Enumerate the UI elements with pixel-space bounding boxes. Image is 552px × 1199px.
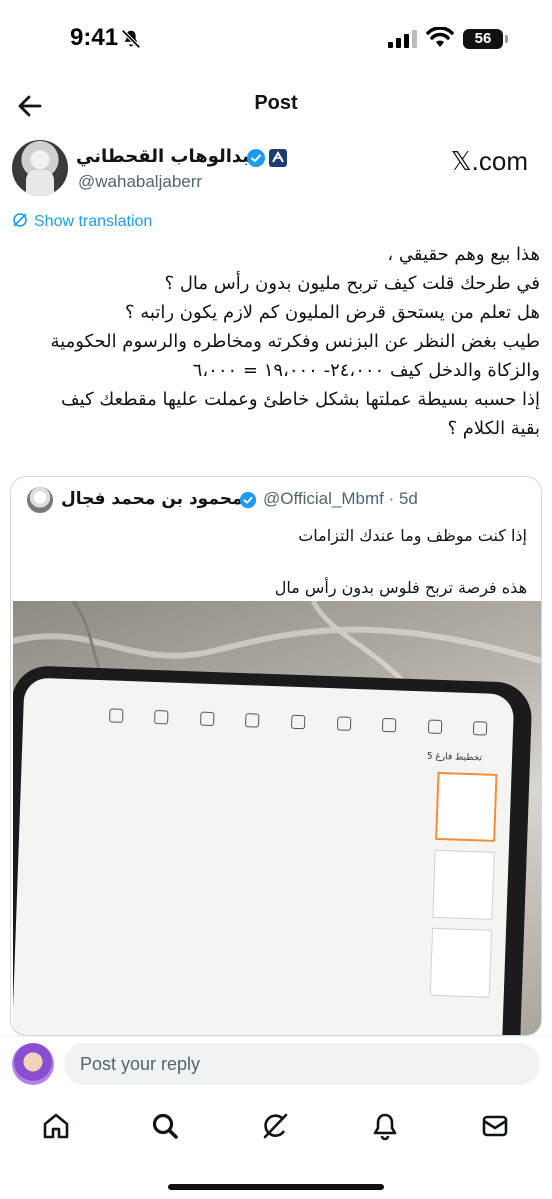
- tablet-screen: تخطيط فارغ 5: [13, 677, 515, 1035]
- battery-indicator: 56: [463, 29, 508, 49]
- toolbar-tool-icon: [245, 713, 260, 728]
- bottom-tab-bar: [0, 1100, 552, 1152]
- verified-badge-icon: [239, 491, 257, 509]
- toolbar-tool-icon: [199, 711, 215, 727]
- page-thumbnail-active: [435, 771, 498, 842]
- status-bar: 9:41 56: [0, 0, 552, 80]
- document-tab: تخطيط فارغ 5: [426, 751, 483, 764]
- translate-icon: [13, 213, 27, 227]
- affiliate-badge-icon: [269, 149, 287, 167]
- toolbar-tool-icon: [336, 716, 351, 731]
- home-indicator: [168, 1184, 384, 1190]
- toolbar-tool-icon: [427, 719, 442, 734]
- toolbar-tool-icon: [290, 714, 306, 730]
- quoted-text-line: [27, 549, 527, 575]
- quoted-media-image[interactable]: تخطيط فارغ 5: [13, 601, 541, 1035]
- toolbar-tool-icon: [154, 709, 169, 725]
- quoted-author-name: محمود بن محمد فجال: [61, 489, 243, 509]
- show-translation-label: Show translation: [34, 213, 153, 230]
- post-text-line: هل تعلم من يستحق قرض المليون كم لازم يكو…: [124, 302, 540, 323]
- grok-icon[interactable]: [259, 1110, 291, 1142]
- post-text-line: طيب بغض النظر عن البزنس وفكرته ومخاطره و…: [50, 331, 540, 352]
- author-handle[interactable]: @wahabaljaberr: [78, 172, 202, 192]
- quoted-handle-time: @Official_Mbmf · 5d: [263, 489, 418, 508]
- reply-bar: Post your reply: [0, 1036, 552, 1094]
- post-text-line: والزكاة والدخل كيف ٢٤،٠٠٠- ١٩،٠٠٠ = ٦،٠٠…: [192, 360, 540, 381]
- page-thumbnail: [429, 927, 493, 998]
- reply-input[interactable]: Post your reply: [64, 1043, 540, 1085]
- page-title: Post: [254, 92, 298, 114]
- wifi-icon: [426, 27, 454, 47]
- tablet-device: تخطيط فارغ 5: [13, 665, 533, 1035]
- quoted-text-line: هذه فرصة تربح فلوس بدون رأس مال: [274, 578, 527, 597]
- post-text: هذا بيع وهم حقيقي ، في طرحك قلت كيف تربح…: [12, 240, 540, 443]
- author-avatar[interactable]: [12, 140, 68, 196]
- user-avatar[interactable]: [12, 1043, 54, 1085]
- post-text-line: إذا حسبه بسيطة عملتها بشكل خاطئ وعملت عل…: [61, 389, 540, 410]
- post-header: Post: [0, 80, 552, 132]
- status-time: 9:41: [70, 24, 119, 51]
- home-icon[interactable]: [40, 1110, 72, 1142]
- toolbar-tool-icon: [472, 721, 488, 736]
- post-text-line: هذا بيع وهم حقيقي ،: [387, 244, 540, 265]
- signal-icon: [388, 30, 417, 48]
- tablet-toolbar: [93, 708, 504, 746]
- search-icon[interactable]: [149, 1110, 181, 1142]
- post-text-line: بقية الكلام ؟: [447, 418, 540, 439]
- verified-badge-icon: [247, 149, 265, 167]
- author-row[interactable]: عبدالوهاب القحطاني @wahabaljaberr 𝕏.com: [0, 140, 552, 200]
- quoted-text-line: إذا كنت موظف وما عندك التزامات: [298, 526, 527, 545]
- quoted-text: إذا كنت موظف وما عندك التزامات هذه فرصة …: [27, 523, 527, 601]
- messages-icon[interactable]: [479, 1110, 511, 1142]
- x-logo: 𝕏.com: [450, 146, 528, 176]
- bell-off-icon: [121, 29, 141, 49]
- post-text-line: في طرحك قلت كيف تربح مليون بدون رأس مال …: [164, 273, 540, 294]
- toolbar-tool-icon: [381, 717, 397, 733]
- author-name[interactable]: عبدالوهاب القحطاني: [76, 146, 262, 167]
- notifications-icon[interactable]: [369, 1110, 401, 1142]
- toolbar-tool-icon: [108, 708, 124, 723]
- show-translation-link[interactable]: Show translation: [12, 212, 152, 236]
- page-thumbnail: [432, 849, 495, 920]
- quoted-author-avatar: [27, 487, 53, 513]
- quoted-post[interactable]: محمود بن محمد فجال @Official_Mbmf · 5d إ…: [10, 476, 542, 1036]
